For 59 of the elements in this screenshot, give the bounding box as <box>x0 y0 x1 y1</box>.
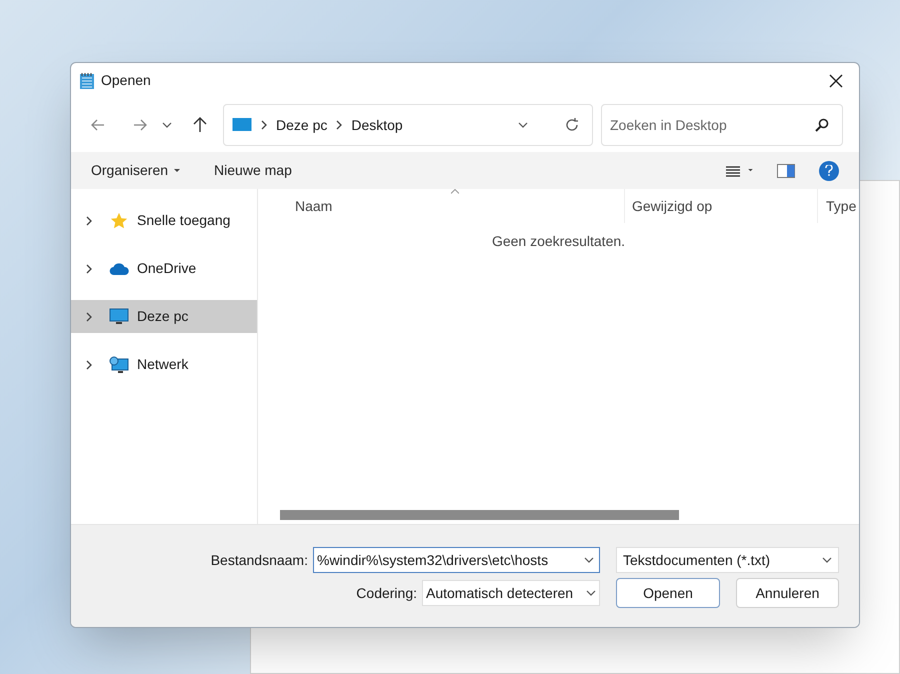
close-icon <box>829 74 843 88</box>
desktop-icon <box>232 117 252 133</box>
chevron-right-icon <box>85 312 93 322</box>
caret-icon <box>162 122 172 128</box>
caret-icon <box>748 169 753 172</box>
monitor-icon <box>109 308 129 326</box>
sidebar-label: Deze pc <box>137 307 188 326</box>
list-view-icon <box>726 164 740 176</box>
chevron-down-icon <box>586 590 596 596</box>
organize-button[interactable]: Organiseren <box>91 160 180 181</box>
view-options-button[interactable] <box>726 164 753 176</box>
chevron-right-icon <box>85 216 93 226</box>
breadcrumb-item[interactable]: Deze pc <box>276 114 328 136</box>
refresh-icon[interactable] <box>564 117 580 133</box>
up-arrow-icon <box>193 117 207 133</box>
sort-caret-icon <box>451 189 459 194</box>
chevron-down-icon <box>518 122 528 128</box>
sidebar-label: Netwerk <box>137 355 188 374</box>
chevron-right-icon <box>335 120 344 130</box>
new-folder-button[interactable]: Nieuwe map <box>214 160 292 181</box>
address-bar[interactable]: Deze pc Desktop <box>223 104 593 146</box>
search-field[interactable]: Zoeken in Desktop <box>601 104 843 146</box>
encoding-label: Codering: <box>356 584 417 603</box>
filename-label: Bestandsnaam: <box>210 550 308 570</box>
sidebar-item[interactable]: Snelle toegang <box>71 204 257 237</box>
sidebar-item[interactable]: Netwerk <box>71 348 257 381</box>
sidebar-item[interactable]: Deze pc <box>71 300 257 333</box>
cloud-icon <box>109 262 129 276</box>
breadcrumb-item[interactable]: Desktop <box>351 114 403 136</box>
empty-message: Geen zoekresultaten. <box>492 232 626 251</box>
preview-pane-button[interactable] <box>777 164 795 178</box>
file-type-dropdown[interactable]: Tekstdocumenten (*.txt) <box>616 547 839 573</box>
star-icon <box>110 212 128 230</box>
column-header[interactable]: Gewijzigd op <box>632 196 712 216</box>
sidebar-item[interactable]: OneDrive <box>71 252 257 285</box>
preview-pane-icon <box>777 164 795 178</box>
column-header[interactable]: Type <box>826 196 856 216</box>
open-button[interactable]: Openen <box>616 578 720 608</box>
chevron-right-icon <box>85 264 93 274</box>
help-icon <box>825 165 833 176</box>
filename-field[interactable]: %windir%\system32\drivers\etc\hosts <box>313 547 600 573</box>
network-monitor-icon <box>109 356 129 374</box>
notepad-icon <box>79 72 95 90</box>
forward-arrow-icon <box>133 119 147 131</box>
encoding-dropdown[interactable]: Automatisch detecteren <box>422 580 600 606</box>
chevron-down-icon <box>584 557 594 563</box>
chevron-down-icon <box>822 557 832 563</box>
search-icon <box>815 118 829 132</box>
chevron-right-icon <box>260 120 268 130</box>
sidebar-label: Snelle toegang <box>137 211 230 230</box>
window-title: Openen <box>101 71 151 90</box>
sidebar-label: OneDrive <box>137 259 196 278</box>
cancel-button[interactable]: Annuleren <box>736 578 839 608</box>
back-arrow-icon <box>91 119 105 131</box>
caret-icon <box>174 168 180 172</box>
scrollbar-thumb[interactable] <box>280 510 679 520</box>
help-button[interactable] <box>819 160 839 180</box>
chevron-right-icon <box>85 360 93 370</box>
column-header[interactable]: Naam <box>295 196 332 216</box>
